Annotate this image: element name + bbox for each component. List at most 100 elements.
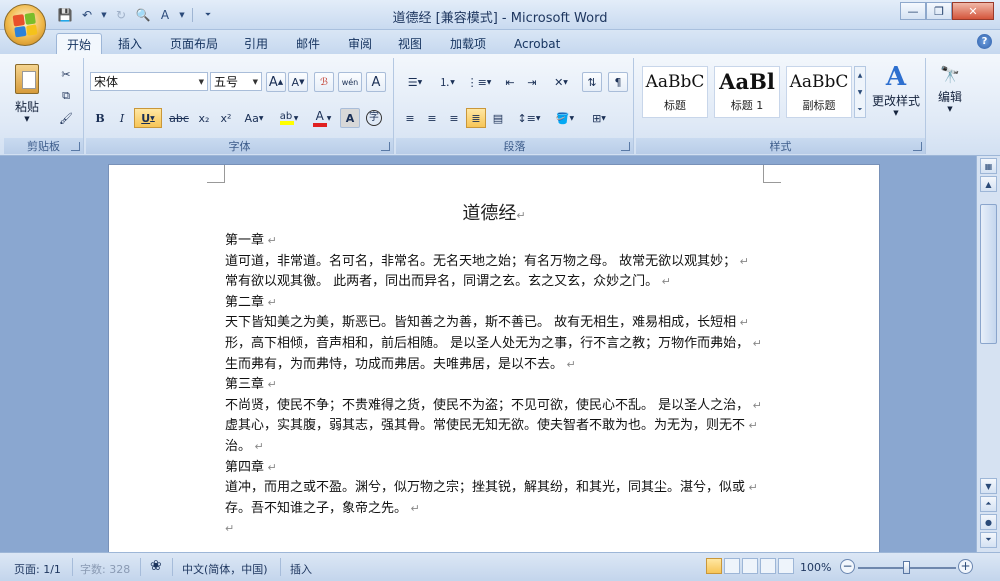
change-styles-button[interactable]: A 更改样式 ▼ bbox=[870, 62, 922, 132]
document-line: 治。 ↵ bbox=[225, 437, 770, 458]
zoom-out-icon[interactable]: − bbox=[840, 559, 855, 574]
tab-insert[interactable]: 插入 bbox=[108, 33, 152, 54]
highlighter-icon: ab bbox=[279, 111, 294, 125]
shrink-font-button[interactable]: A ▼ bbox=[288, 72, 308, 92]
tab-home[interactable]: 开始 bbox=[56, 33, 103, 54]
distributed-icon[interactable]: ▤ bbox=[488, 108, 508, 128]
font-launcher-icon[interactable] bbox=[381, 142, 390, 151]
align-right-icon[interactable]: ≡ bbox=[444, 108, 464, 128]
numbering-icon[interactable]: ⒈ ▼ bbox=[432, 72, 462, 92]
paragraph-mark: ↵ bbox=[749, 336, 762, 350]
grow-font-button[interactable]: A ▲ bbox=[266, 72, 286, 92]
font-color-button[interactable]: A ▼ bbox=[308, 108, 336, 128]
subscript-button[interactable]: x₂ bbox=[194, 108, 214, 128]
tab-mailings[interactable]: 邮件 bbox=[286, 33, 330, 54]
document-body[interactable]: 第一章 ↵ 道可道，非常道。名可名，非常名。无名天地之始；有名万物之母。 故常无欲… bbox=[225, 231, 770, 540]
vertical-scrollbar[interactable]: ▦ ▲ ▼ ⏶ ● ⏷ bbox=[976, 156, 1000, 552]
proofing-icon[interactable]: ❀ bbox=[150, 558, 162, 574]
previous-page-icon[interactable]: ⏶ bbox=[980, 496, 997, 512]
sort-icon[interactable]: ⇅ bbox=[582, 72, 602, 92]
draft-view-icon[interactable] bbox=[778, 558, 794, 574]
document-line-text: 不尚贤，使民不争；不贵难得之货，使民不为盗；不见可欲，使民心不乱。 是以圣人之治… bbox=[225, 397, 750, 413]
character-border-button[interactable]: A bbox=[366, 72, 386, 92]
bullets-icon[interactable]: ☰ ▼ bbox=[400, 72, 430, 92]
office-button[interactable] bbox=[4, 4, 46, 46]
maximize-button[interactable]: ❐ bbox=[926, 2, 952, 20]
paragraph-mark: ↵ bbox=[225, 522, 235, 536]
phonetic-guide-button[interactable]: wén bbox=[338, 72, 362, 92]
bold-button[interactable]: B bbox=[90, 108, 110, 128]
multilevel-list-icon[interactable]: ⋮≡ ▼ bbox=[464, 72, 494, 92]
status-separator bbox=[72, 558, 73, 576]
underline-label: U bbox=[141, 111, 151, 125]
format-painter-icon[interactable]: 🖌 bbox=[56, 108, 76, 128]
superscript-button[interactable]: x² bbox=[216, 108, 236, 128]
paste-button[interactable]: 粘贴 ▼ bbox=[10, 62, 44, 124]
cut-icon[interactable]: ✂ bbox=[56, 64, 76, 84]
clear-formatting-icon[interactable]: ℬ bbox=[314, 72, 334, 92]
style-heading1[interactable]: AaBl 标题 1 bbox=[714, 66, 780, 118]
phonetic-guide-label: wén bbox=[341, 77, 359, 87]
scroll-up-icon[interactable]: ▲ bbox=[980, 176, 997, 192]
line-spacing-icon[interactable]: ↕≡ ▼ bbox=[514, 108, 544, 128]
chinese-layout-icon[interactable]: ✕ ▼ bbox=[546, 72, 576, 92]
justify-icon[interactable]: ≣ bbox=[466, 108, 486, 128]
minimize-button[interactable]: — bbox=[900, 2, 926, 20]
align-center-icon[interactable]: ≡ bbox=[422, 108, 442, 128]
decrease-indent-icon[interactable]: ⇤ bbox=[500, 72, 520, 92]
tab-addins[interactable]: 加载项 bbox=[440, 33, 496, 54]
tab-view[interactable]: 视图 bbox=[388, 33, 432, 54]
strikethrough-button[interactable]: abc bbox=[166, 108, 192, 128]
enclose-characters-icon[interactable]: 字 bbox=[364, 108, 384, 128]
print-layout-view-icon[interactable] bbox=[706, 558, 722, 574]
style-subtitle[interactable]: AaBbC 副标题 bbox=[786, 66, 852, 118]
insert-mode-indicator[interactable]: 插入 bbox=[290, 561, 312, 577]
document-line: 生而弗有，为而弗恃，功成而弗居。夫唯弗居，是以不去。 ↵ bbox=[225, 355, 770, 376]
change-case-button[interactable]: Aa ▼ bbox=[240, 108, 268, 128]
copy-icon[interactable]: ⧉ bbox=[56, 86, 76, 106]
italic-button[interactable]: I bbox=[112, 108, 132, 128]
close-button[interactable]: ✕ bbox=[952, 2, 994, 20]
page-indicator[interactable]: 页面: 1/1 bbox=[14, 561, 61, 577]
word-count[interactable]: 字数: 328 bbox=[80, 561, 130, 577]
style-sample: AaBbC bbox=[789, 72, 849, 92]
character-shading-icon[interactable]: A bbox=[340, 108, 360, 128]
ruler-toggle-icon[interactable]: ▦ bbox=[980, 158, 997, 174]
office-logo-icon bbox=[12, 12, 38, 38]
select-browse-object-icon[interactable]: ● bbox=[980, 514, 997, 530]
highlight-button[interactable]: ab ▼ bbox=[274, 108, 304, 128]
tab-page-layout[interactable]: 页面布局 bbox=[160, 33, 228, 54]
outline-view-icon[interactable] bbox=[760, 558, 776, 574]
full-screen-reading-view-icon[interactable] bbox=[724, 558, 740, 574]
styles-scroll[interactable]: ▲ ▼ ⏷ bbox=[854, 66, 866, 118]
language-indicator[interactable]: 中文(简体，中国) bbox=[182, 561, 268, 577]
tab-review[interactable]: 审阅 bbox=[338, 33, 382, 54]
next-page-icon[interactable]: ⏷ bbox=[980, 532, 997, 548]
borders-icon[interactable]: ⊞ ▼ bbox=[584, 108, 614, 128]
underline-button[interactable]: U ▼ bbox=[134, 108, 162, 128]
zoom-in-icon[interactable]: + bbox=[958, 559, 973, 574]
paragraph-launcher-icon[interactable] bbox=[621, 142, 630, 151]
tab-references[interactable]: 引用 bbox=[234, 33, 278, 54]
zoom-level[interactable]: 100% bbox=[800, 561, 831, 574]
show-marks-icon[interactable]: ¶ bbox=[608, 72, 628, 92]
font-name-combo[interactable]: 宋体 ▼ bbox=[90, 72, 208, 91]
increase-indent-icon[interactable]: ⇥ bbox=[522, 72, 542, 92]
zoom-slider-thumb[interactable] bbox=[903, 561, 910, 574]
web-layout-view-icon[interactable] bbox=[742, 558, 758, 574]
font-size-combo[interactable]: 五号 ▼ bbox=[210, 72, 262, 91]
align-left-icon[interactable]: ≡ bbox=[400, 108, 420, 128]
document-line-text: 天下皆知美之为美，斯恶已。皆知善之为善，斯不善已。 故有无相生，难易相成，长短相 bbox=[225, 315, 737, 331]
scrollbar-thumb[interactable] bbox=[980, 204, 997, 344]
clipboard-launcher-icon[interactable] bbox=[71, 142, 80, 151]
scroll-down-icon[interactable]: ▼ bbox=[980, 478, 997, 494]
paragraph-mark: ↵ bbox=[264, 234, 277, 247]
style-title[interactable]: AaBbC 标题 bbox=[642, 66, 708, 118]
document-page[interactable]: 道德经↵ 第一章 ↵ 道可道，非常道。名可名，非常名。无名天地之始；有名万物之母。… bbox=[108, 164, 880, 552]
shading-icon[interactable]: 🪣 ▼ bbox=[550, 108, 580, 128]
paragraph-mark: ↵ bbox=[407, 501, 420, 515]
help-icon[interactable]: ? bbox=[977, 34, 992, 49]
tab-acrobat[interactable]: Acrobat bbox=[504, 33, 570, 54]
editing-button[interactable]: 🔭 编辑 ▼ bbox=[930, 62, 970, 132]
styles-launcher-icon[interactable] bbox=[913, 142, 922, 151]
